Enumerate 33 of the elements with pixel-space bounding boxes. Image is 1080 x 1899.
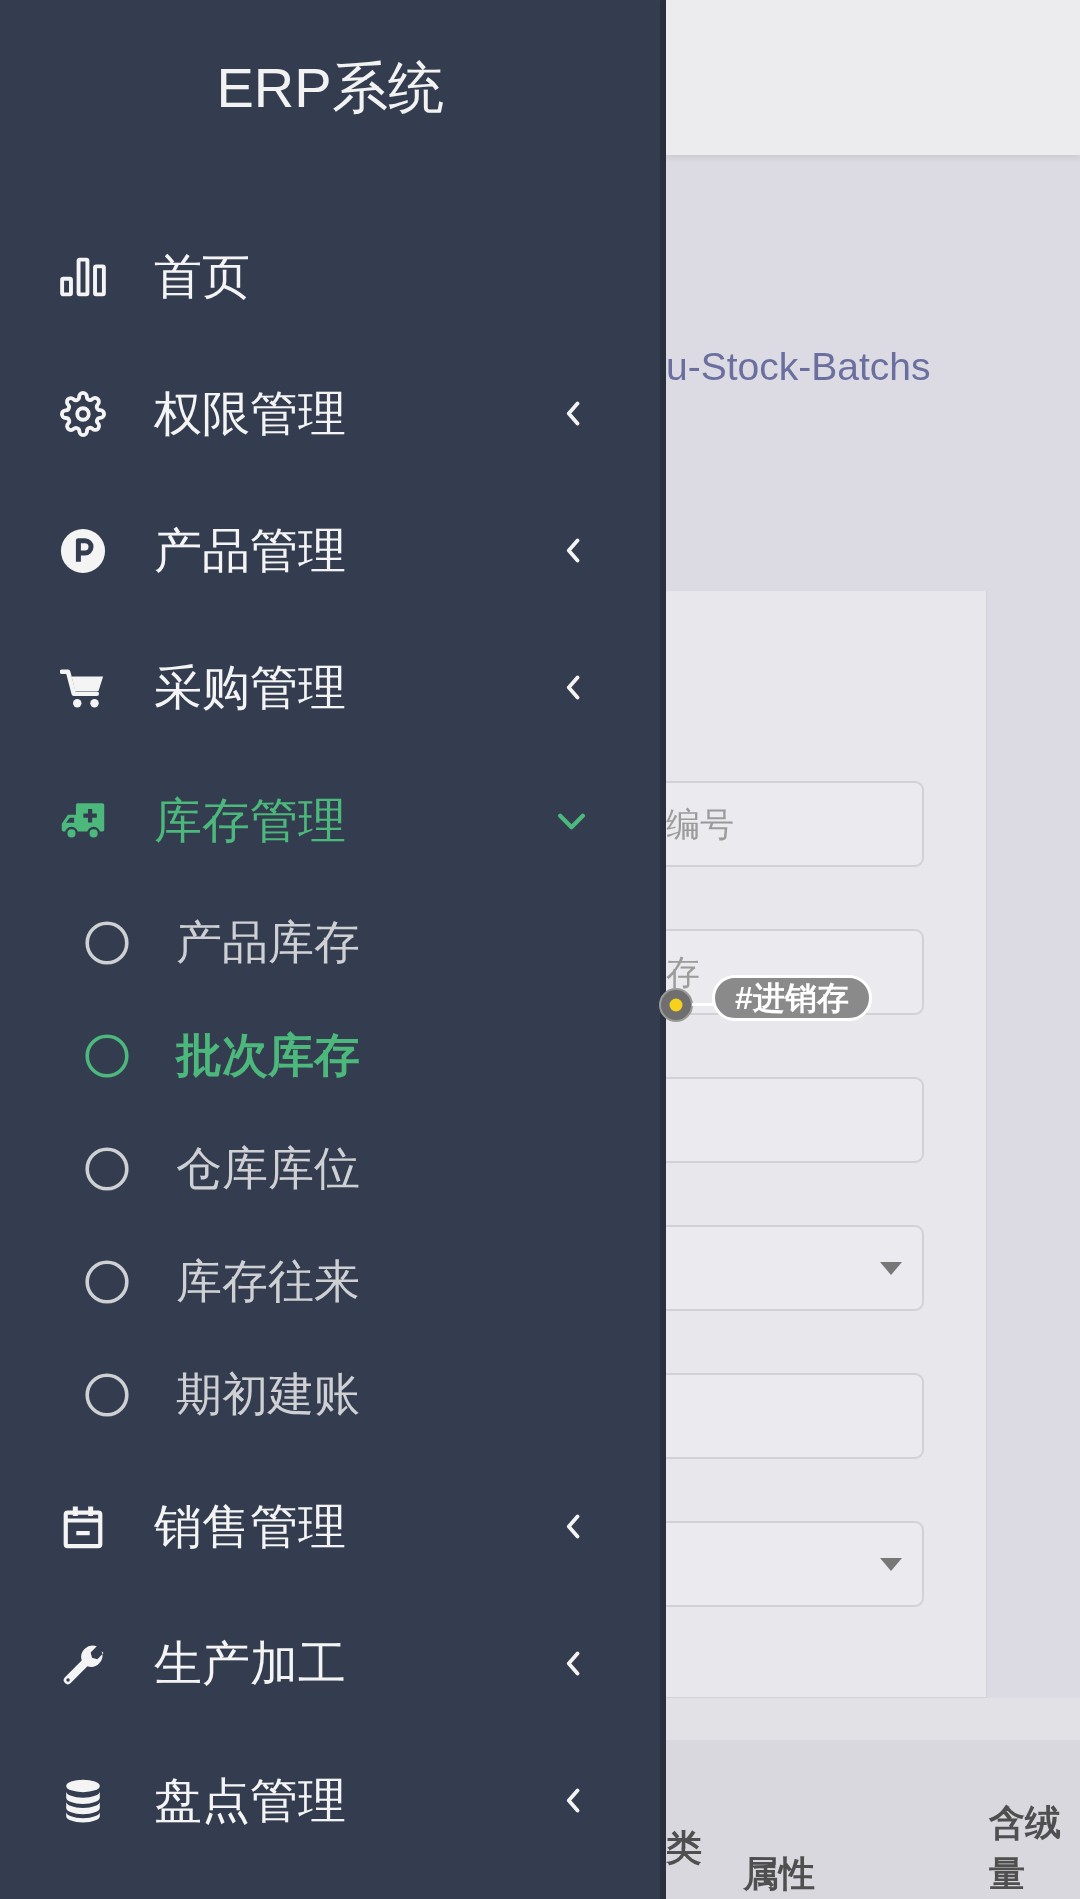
- submenu-item[interactable]: 产品库存: [0, 886, 660, 999]
- text-field[interactable]: [666, 1373, 924, 1459]
- menu-item[interactable]: 库存管理: [0, 756, 660, 886]
- circle-icon: [85, 1259, 129, 1304]
- tooltip-dot-icon: [659, 988, 693, 1022]
- menu-item[interactable]: 产品管理: [0, 482, 660, 619]
- app-title: ERP系统: [216, 56, 444, 119]
- submenu-item[interactable]: 库存往来: [0, 1225, 660, 1338]
- caret-down-icon: [880, 1557, 902, 1571]
- p-circle-icon: [60, 527, 106, 574]
- menu-item[interactable]: 采购管理: [0, 619, 660, 756]
- column-header: 含绒量: [989, 1801, 1062, 1896]
- column-header: 属性: [743, 1852, 815, 1896]
- circle-icon: [85, 920, 129, 965]
- menu-item[interactable]: 生产加工: [0, 1595, 660, 1732]
- menu-item[interactable]: 盘点管理: [0, 1732, 660, 1869]
- text-field[interactable]: 编号: [666, 781, 924, 867]
- submenu-item[interactable]: 批次库存: [0, 999, 660, 1112]
- submenu-item[interactable]: 仓库库位: [0, 1112, 660, 1225]
- column-header: 类: [666, 1826, 702, 1870]
- text-field[interactable]: [666, 1077, 924, 1163]
- circle-icon: [85, 1033, 129, 1078]
- menu-item[interactable]: 销售管理: [0, 1458, 660, 1595]
- submenu-item[interactable]: 期初建账: [0, 1338, 660, 1451]
- caret-down-icon: [880, 1261, 902, 1275]
- menu-item[interactable]: 权限管理: [0, 345, 660, 482]
- circle-icon: [85, 1146, 129, 1191]
- select-field[interactable]: [666, 1225, 924, 1311]
- breadcrumb-text: u-Stock-Batchs: [666, 345, 931, 388]
- gear-icon: [60, 390, 106, 437]
- circle-icon: [85, 1372, 129, 1417]
- menu-item[interactable]: 首页: [0, 208, 660, 345]
- select-field[interactable]: [666, 1521, 924, 1607]
